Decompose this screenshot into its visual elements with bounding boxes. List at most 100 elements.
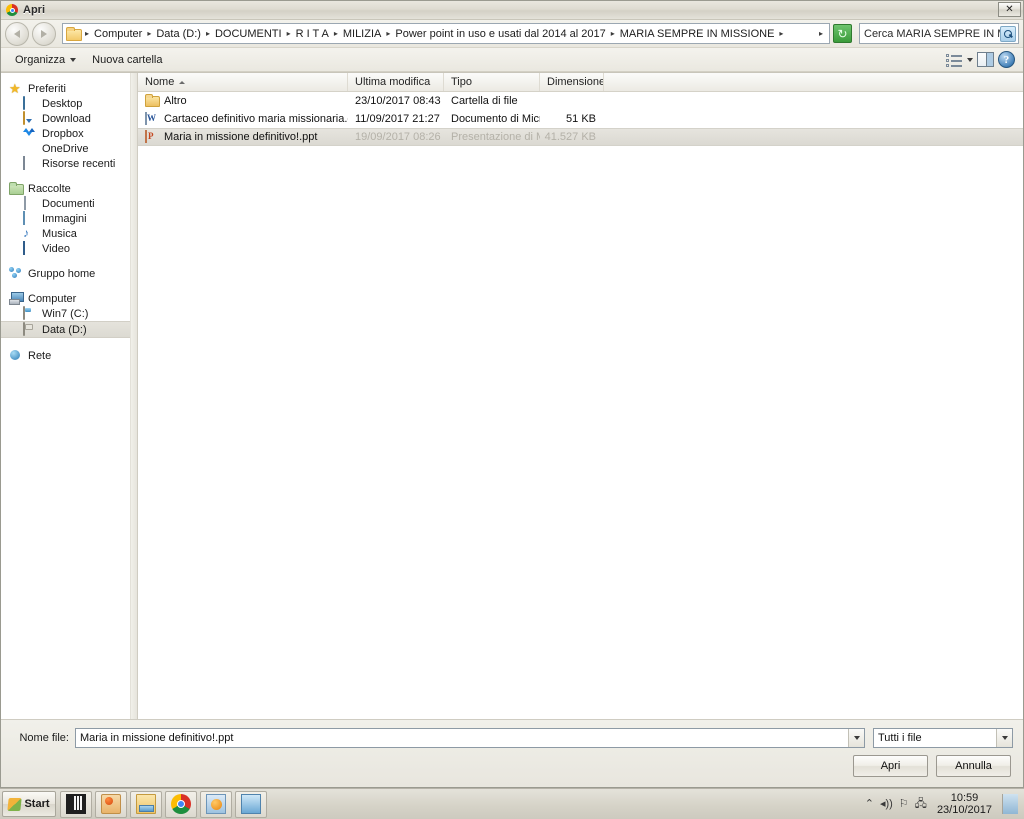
breadcrumb-separator[interactable]: ▸ <box>334 29 338 38</box>
breadcrumb-separator[interactable]: ▸ <box>206 29 210 38</box>
column-header-ultima-modifica[interactable]: Ultima modifica <box>348 73 444 91</box>
chrome-icon <box>5 3 19 17</box>
filename-row: Nome file: Maria in missione definitivo!… <box>11 728 1013 748</box>
organize-menu-button[interactable]: Organizza <box>7 52 84 68</box>
cell-type: Documento di Micro... <box>451 113 540 125</box>
breadcrumb-separator[interactable]: ▸ <box>147 29 151 38</box>
breadcrumb-bar[interactable]: ▸ Computer ▸ Data (D:) ▸ DOCUMENTI ▸ R I… <box>62 23 830 44</box>
start-button[interactable]: Start <box>2 791 56 817</box>
sidebar-item-immagini[interactable]: Immagini <box>1 210 130 226</box>
nav-group-raccolte: Raccolte Documenti Immagini ♪ Musica Vid… <box>1 181 130 256</box>
network-tray-icon[interactable]: 🖧 <box>915 798 927 810</box>
filter-dropdown-button[interactable] <box>996 729 1012 747</box>
table-row[interactable]: Maria in missione definitivo!.ppt 19/09/… <box>138 128 1023 146</box>
sidebar-label: Desktop <box>42 97 83 110</box>
search-box[interactable]: Cerca MARIA SEMPRE IN MIS... <box>859 23 1019 44</box>
cell-name: Altro <box>138 94 348 108</box>
open-button[interactable]: Apri <box>853 755 928 777</box>
windows-logo-icon <box>7 797 23 811</box>
windows-explorer-icon[interactable] <box>130 790 162 818</box>
column-header-tipo[interactable]: Tipo <box>444 73 540 91</box>
photo-viewer-icon[interactable] <box>235 790 267 818</box>
help-icon[interactable]: ? <box>998 51 1015 68</box>
breadcrumb-segment-0[interactable]: Computer <box>92 27 144 41</box>
chevron-up-icon[interactable]: ⌃ <box>865 798 874 810</box>
flag-icon[interactable]: ⚐ <box>899 798 909 810</box>
sidebar-item-video[interactable]: Video <box>1 240 130 256</box>
sidebar-item-documenti[interactable]: Documenti <box>1 195 130 211</box>
media-player-icon[interactable] <box>200 790 232 818</box>
sidebar-item-gruppo-home[interactable]: Gruppo home <box>1 266 130 281</box>
navigation-pane: ★ Preferiti Desktop Download Dropbox One… <box>1 73 131 719</box>
music-icon: ♪ <box>23 225 29 240</box>
sidebar-item-data-d[interactable]: Data (D:) <box>1 321 130 338</box>
forward-arrow-icon <box>41 29 47 38</box>
cell-type: Cartella di file <box>451 95 518 107</box>
breadcrumb-separator[interactable]: ▸ <box>386 29 390 38</box>
sidebar-label: Immagini <box>42 212 87 225</box>
network-icon <box>9 349 23 363</box>
paint-app-icon[interactable] <box>95 790 127 818</box>
sidebar-item-win7-c[interactable]: Win7 (C:) <box>1 305 130 321</box>
sidebar-item-dropbox[interactable]: Dropbox <box>1 126 130 141</box>
breadcrumb-separator[interactable]: ▸ <box>85 29 89 38</box>
table-row[interactable]: Altro 23/10/2017 08:43 Cartella di file <box>138 92 1023 110</box>
forward-button[interactable] <box>32 21 56 46</box>
recent-places-icon <box>23 155 37 171</box>
title-bar: Apri ✕ <box>1 1 1023 20</box>
breadcrumb-segment-1[interactable]: Data (D:) <box>154 27 203 41</box>
breadcrumb-segment-4[interactable]: MILIZIA <box>341 27 384 41</box>
cancel-button[interactable]: Annulla <box>936 755 1011 777</box>
address-bar: ▸ Computer ▸ Data (D:) ▸ DOCUMENTI ▸ R I… <box>1 20 1023 48</box>
sidebar-label: Gruppo home <box>28 267 96 280</box>
close-button[interactable]: ✕ <box>998 2 1021 17</box>
sidebar-item-risorse-recenti[interactable]: Risorse recenti <box>1 155 130 171</box>
taskbar: Start ⌃ ◂)) ⚐ 🖧 10:59 23/10/2017 <box>0 788 1024 819</box>
sidebar-item-download[interactable]: Download <box>1 110 130 126</box>
sidebar-item-onedrive[interactable]: OneDrive <box>1 141 130 156</box>
sidebar-item-raccolte[interactable]: Raccolte <box>1 181 130 196</box>
sidebar-label: Data (D:) <box>42 323 87 336</box>
filename-field[interactable]: Maria in missione definitivo!.ppt <box>75 728 865 748</box>
column-header-dimensione[interactable]: Dimensione <box>540 73 604 91</box>
chrome-browser-icon[interactable] <box>165 790 197 818</box>
hard-drive-icon <box>23 321 37 337</box>
barcode-app-icon[interactable] <box>60 790 92 818</box>
sidebar-item-computer[interactable]: Computer <box>1 291 130 306</box>
breadcrumb-segment-5[interactable]: Power point in uso e usati dal 2014 al 2… <box>393 27 607 41</box>
file-type-filter[interactable]: Tutti i file <box>873 728 1013 748</box>
sidebar-label: Video <box>42 242 70 255</box>
sidebar-item-musica[interactable]: ♪ Musica <box>1 226 130 241</box>
folder-icon <box>145 94 159 108</box>
breadcrumb-separator[interactable]: ▸ <box>287 29 291 38</box>
refresh-icon[interactable]: ↻ <box>833 24 852 43</box>
sidebar-item-preferiti[interactable]: ★ Preferiti <box>1 81 130 96</box>
breadcrumb-separator[interactable]: ▸ <box>611 29 615 38</box>
sidebar-item-rete[interactable]: Rete <box>1 348 130 363</box>
clock[interactable]: 10:59 23/10/2017 <box>933 792 996 816</box>
speaker-icon[interactable]: ◂)) <box>880 798 893 810</box>
filename-dropdown-button[interactable] <box>848 729 864 747</box>
search-icon[interactable] <box>1000 25 1016 42</box>
back-button[interactable] <box>5 21 29 46</box>
sidebar-item-desktop[interactable]: Desktop <box>1 95 130 111</box>
chevron-down-icon[interactable]: ▸ <box>815 29 827 38</box>
filename-label: Nome file: <box>19 732 69 744</box>
search-input[interactable]: Cerca MARIA SEMPRE IN MIS... <box>864 28 1000 40</box>
breadcrumb-separator[interactable]: ▸ <box>779 29 783 38</box>
breadcrumb-segment-6[interactable]: MARIA SEMPRE IN MISSIONE <box>618 27 777 41</box>
preview-pane-icon[interactable] <box>977 52 994 67</box>
chevron-down-icon[interactable] <box>967 57 973 62</box>
view-mode-icon[interactable] <box>946 52 963 67</box>
show-desktop-button[interactable] <box>1002 794 1018 814</box>
cell-name: Cartaceo definitivo maria missionaria.do… <box>138 112 348 126</box>
filter-value: Tutti i file <box>878 732 922 744</box>
table-row[interactable]: Cartaceo definitivo maria missionaria.do… <box>138 110 1023 128</box>
pane-splitter[interactable] <box>131 73 138 719</box>
new-folder-button[interactable]: Nuova cartella <box>84 52 170 68</box>
breadcrumb-segment-2[interactable]: DOCUMENTI <box>213 27 284 41</box>
column-header-nome[interactable]: Nome <box>138 73 348 91</box>
window-title: Apri <box>23 4 45 16</box>
breadcrumb-segment-3[interactable]: R I T A <box>294 27 331 41</box>
filename-input[interactable]: Maria in missione definitivo!.ppt <box>76 732 848 744</box>
